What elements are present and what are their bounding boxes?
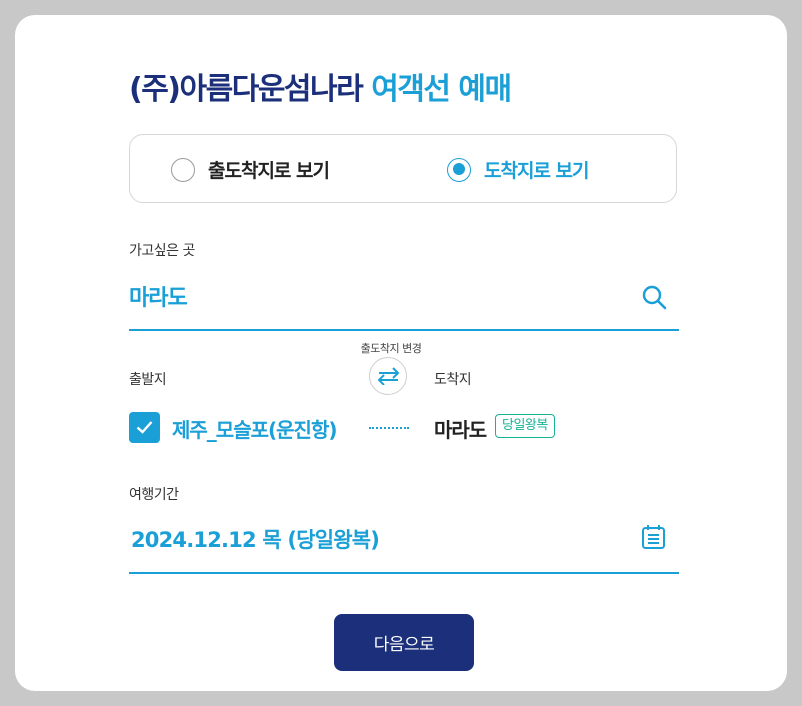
- radio-selected[interactable]: [447, 157, 471, 182]
- swap-caption: 출도착지 변경: [360, 342, 422, 355]
- swap-arrows-icon: [378, 367, 400, 385]
- check-icon: [136, 421, 153, 434]
- service-name: 여객선 예매: [371, 72, 512, 107]
- destination-label: 가고싶은 곳: [129, 243, 195, 259]
- period-label: 여행기간: [129, 487, 179, 503]
- departure-label: 출발지: [129, 372, 167, 388]
- departure-checkbox[interactable]: [129, 412, 160, 443]
- destination-input[interactable]: 마라도: [129, 280, 188, 312]
- swap-button[interactable]: [369, 357, 407, 395]
- search-icon[interactable]: [641, 284, 667, 310]
- company-name: (주)아름다운섬나라: [129, 72, 364, 107]
- route-dotted-connector: [369, 427, 409, 429]
- view-mode-both-label: 출도착지로 보기: [208, 160, 330, 182]
- view-mode-group: 출도착지로 보기 도착지로 보기: [129, 134, 677, 203]
- destination-underline: [129, 329, 679, 331]
- view-mode-arrival-option[interactable]: 도착지로 보기: [447, 156, 589, 183]
- departure-value[interactable]: 제주_모슬포(운진항): [172, 414, 337, 443]
- page-title: (주)아름다운섬나라 여객선 예매: [129, 64, 512, 108]
- period-underline: [129, 572, 679, 574]
- view-mode-both-option[interactable]: 출도착지로 보기: [171, 156, 330, 183]
- arrival-value: 마라도: [434, 418, 487, 442]
- trip-type-badge: 당일왕복: [495, 414, 555, 438]
- radio-unselected[interactable]: [171, 157, 195, 182]
- arrival-label: 도착지: [434, 372, 472, 388]
- view-mode-arrival-label: 도착지로 보기: [484, 160, 589, 182]
- period-input[interactable]: 2024.12.12 목 (당일왕복): [131, 524, 380, 554]
- next-button[interactable]: 다음으로: [334, 614, 474, 671]
- calendar-icon[interactable]: [641, 524, 666, 550]
